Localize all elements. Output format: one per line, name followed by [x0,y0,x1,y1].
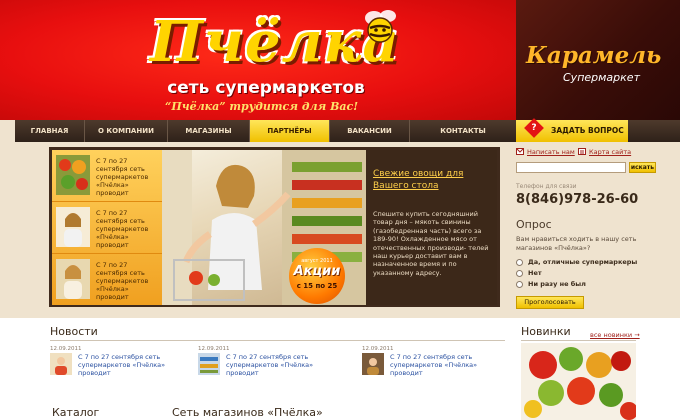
poll-radio-no[interactable] [516,270,523,277]
search-button[interactable]: искать [629,162,656,173]
nav-item-partners[interactable]: ПАРТНЁРЫ [250,120,330,142]
news-date: 12.09.2011 [198,346,230,352]
nav-right-filler [628,120,680,142]
news-date: 12.09.2011 [362,346,394,352]
write-us-link[interactable]: Написать нам [527,148,575,156]
news-link[interactable]: С 7 по 27 сентября сеть супермаркетов «П… [78,353,188,377]
poll-option-label: Да, отличные супермаркеры [528,258,638,266]
news-thumbnail[interactable] [362,353,384,375]
question-mark: ? [531,123,537,133]
nav-item-home[interactable]: ГЛАВНАЯ [15,120,85,142]
main-nav: ГЛАВНАЯ О КОМПАНИИ МАГАЗИНЫ ПАРТНЁРЫ ВАК… [15,120,516,142]
nav-item-stores[interactable]: МАГАЗИНЫ [168,120,250,142]
promo-thumbnails: С 7 по 27 сентября сеть супермаркетов «П… [52,150,162,305]
all-novinki-link[interactable]: все новинки → [590,331,640,339]
news-link[interactable]: С 7 по 27 сентября сеть супермаркетов «П… [226,353,342,377]
poll-radio-yes[interactable] [516,259,523,266]
promo-title-link[interactable]: Свежие овощи для Вашего стола [373,168,493,192]
novinki-image[interactable] [521,343,636,420]
ask-question-label: ЗАДАТЬ ВОПРОС [551,126,624,135]
phone-number: 8(846)978-26-60 [516,192,639,207]
poll-radio-never[interactable] [516,281,523,288]
search-input[interactable] [516,162,626,173]
news-title[interactable]: Новости [50,325,98,338]
poll-option-label: Ни разу не был [528,280,586,288]
vegetables-image [521,343,636,420]
news-thumbnail[interactable] [198,353,220,375]
site-map-link[interactable]: Карта сайта [589,148,631,156]
logo-subtitle: сеть супермаркетов [167,78,365,98]
woman-thumbnail [56,207,90,247]
news-link[interactable]: С 7 по 27 сентября сеть супермаркетов «П… [390,353,500,377]
sitemap-icon [578,148,586,155]
promo-thumb-text: С 7 по 27 сентября сеть супермаркетов «П… [96,209,149,249]
novinki-title[interactable]: Новинки [521,325,571,338]
envelope-icon [516,148,524,155]
vegetables-thumbnail [56,155,90,195]
nav-item-contacts[interactable]: КОНТАКТЫ [410,120,516,142]
partner-logo-subtitle: Супермаркет [563,71,640,84]
news-divider [50,340,505,341]
nav-item-about[interactable]: О КОМПАНИИ [85,120,168,142]
promo-badge-dates: с 15 по 25 [296,282,338,290]
novinki-divider [521,340,636,341]
poll-title: Опрос [516,218,552,231]
promo-body: Спешите купить сегодняшний товар дня – м… [373,210,489,277]
news-date: 12.09.2011 [50,346,82,352]
news-thumbnail[interactable] [50,353,72,375]
poll-option-label: Нет [528,269,542,277]
vote-button[interactable]: Проголосовать [516,296,584,309]
partner-logo-title[interactable]: Карамель [526,42,661,69]
promo-thumb-text: С 7 по 27 сентября сеть супермаркетов «П… [96,261,149,301]
logo-slogan: “Пчёлка” трудится для Вас! [165,100,359,113]
phone-label: Телефон для связи [516,183,577,190]
woman-thumbnail [56,259,90,299]
nav-item-vacancies[interactable]: ВАКАНСИИ [330,120,410,142]
network-title[interactable]: Сеть магазинов «Пчёлка» [172,406,323,419]
bee-mascot-icon [365,10,396,43]
promo-badge-title: Акции [293,264,341,279]
promo-thumb[interactable]: С 7 по 27 сентября сеть супермаркетов «П… [52,254,162,305]
poll-question: Вам нравиться ходить в нашу сеть магазин… [516,235,637,252]
promo-thumb-text: С 7 по 27 сентября сеть супермаркетов «П… [96,157,149,197]
promo-thumb[interactable]: С 7 по 27 сентября сеть супермаркетов «П… [52,150,162,202]
catalog-title[interactable]: Каталог [52,406,99,419]
promo-thumb[interactable]: С 7 по 27 сентября сеть супермаркетов «П… [52,202,162,254]
